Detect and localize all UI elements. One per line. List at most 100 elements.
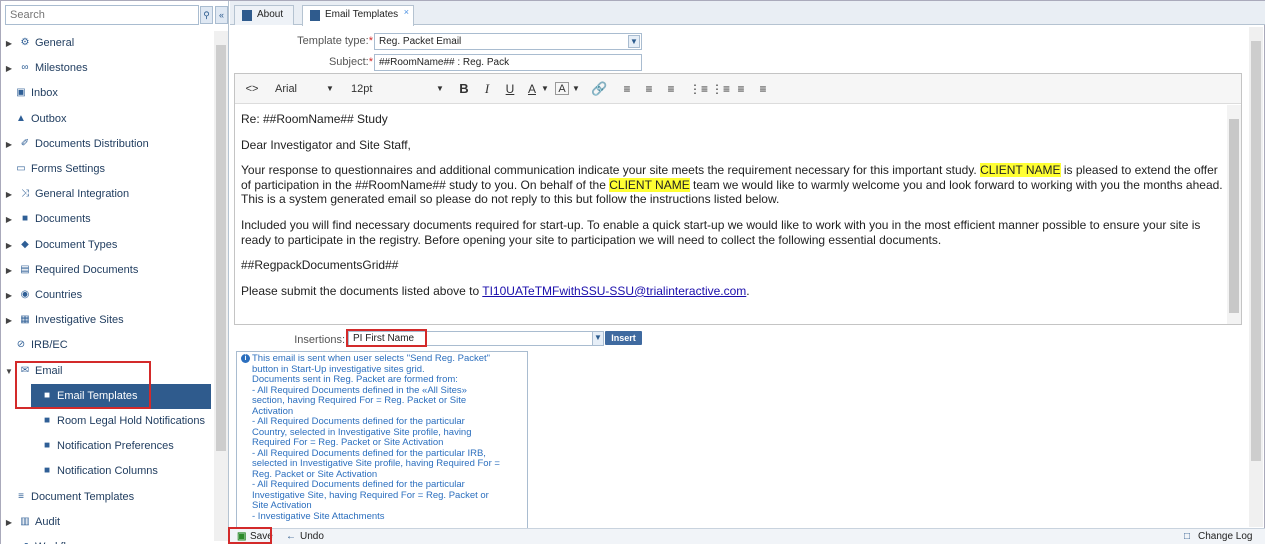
inbox-icon: ▣	[16, 87, 26, 99]
annotation-box-email-templates	[15, 361, 151, 409]
document-icon: ■	[43, 465, 51, 477]
sidebar-item-document-types[interactable]: ▶ ◆ Document Types	[1, 233, 213, 258]
sidebar-item-forms-settings[interactable]: ▭ Forms Settings	[1, 157, 213, 182]
outdent-icon[interactable]: ≡	[733, 80, 749, 98]
rich-text-editor: <> Arial ▼ 12pt ▼ B I U A ▼ A ▼ 🔗 ≡ ≡ ≡ …	[234, 73, 1242, 325]
shuffle-icon: ⤨	[21, 188, 29, 200]
sidebar-item-inbox[interactable]: ▣ Inbox	[1, 81, 213, 106]
sidebar-item-documents[interactable]: ▶ ■ Documents	[1, 207, 213, 232]
chevron-down-icon[interactable]: ▼	[325, 80, 335, 98]
sidebar-item-documents-distribution[interactable]: ▶ ✐ Documents Distribution	[1, 132, 213, 157]
chevron-right-icon[interactable]: ▶	[5, 56, 13, 81]
info-line: - Investigative Site Attachments	[252, 510, 385, 522]
align-center-icon[interactable]: ≡	[641, 80, 657, 98]
email-paragraph: Please submit the documents listed above…	[241, 283, 750, 298]
sidebar-item-audit[interactable]: ▶ ▥ Audit	[1, 510, 213, 535]
sidebar-item-outbox[interactable]: ▲ Outbox	[1, 107, 213, 132]
subject-label: Subject:*	[328, 56, 373, 68]
chevron-right-icon[interactable]: ▶	[5, 31, 13, 56]
sidebar-item-label: General	[35, 37, 75, 49]
sidebar-item-document-templates[interactable]: ≡ Document Templates	[1, 485, 213, 510]
sidebar-item-workflows[interactable]: ▶↗Workflows	[1, 535, 213, 544]
sidebar-item-countries[interactable]: ▶ ◉ Countries	[1, 283, 213, 308]
tab-label: About	[257, 9, 284, 20]
chevron-right-icon[interactable]: ▶	[5, 182, 13, 207]
chevron-right-icon[interactable]: ▶	[5, 510, 13, 535]
tag-icon: ◆	[21, 238, 29, 250]
email-paragraph: Dear Investigator and Site Staff,	[241, 137, 411, 152]
chevron-down-icon[interactable]: ▼	[540, 80, 550, 98]
bullet-list-icon[interactable]: ⋮≡	[689, 80, 708, 98]
required-document-icon: ▤	[20, 263, 30, 275]
sidebar-item-room-legal-hold-notifications[interactable]: ■ Room Legal Hold Notifications	[1, 409, 213, 434]
gears-icon: ⚙	[20, 37, 30, 48]
editor-scrollbar-thumb[interactable]	[1229, 119, 1239, 313]
info-icon: i	[241, 354, 250, 363]
sidebar-item-notification-preferences[interactable]: ■ Notification Preferences	[1, 434, 213, 459]
sidebar-item-general[interactable]: ▶ ⚙ General	[1, 31, 213, 56]
indent-icon[interactable]: ≡	[755, 80, 771, 98]
italic-button[interactable]: I	[480, 80, 494, 98]
sidebar-item-label: Notification Columns	[57, 465, 158, 478]
numbered-list-icon[interactable]: ⋮≡	[711, 80, 730, 98]
chevron-right-icon[interactable]: ▶	[5, 132, 13, 157]
change-log-icon: □	[1184, 531, 1191, 542]
sidebar-scrollbar-thumb[interactable]	[216, 45, 226, 451]
font-family-select[interactable]: Arial	[275, 80, 297, 98]
email-body[interactable]: Re: ##RoomName## Study Dear Investigator…	[241, 112, 1226, 322]
main-scrollbar[interactable]	[1249, 27, 1263, 527]
bold-button[interactable]: B	[457, 80, 471, 98]
document-icon	[242, 10, 252, 21]
search-input[interactable]	[5, 5, 199, 25]
background-color-button[interactable]: A	[555, 82, 569, 95]
chevron-down-icon[interactable]: ▼	[592, 331, 604, 346]
chevron-right-icon[interactable]: ▶	[5, 207, 13, 232]
chevron-right-icon[interactable]: ▶	[5, 258, 13, 283]
font-size-select[interactable]: 12pt	[351, 80, 377, 98]
source-code-button[interactable]: <>	[245, 80, 259, 98]
align-left-icon[interactable]: ≡	[619, 80, 635, 98]
tab-about[interactable]: About	[234, 5, 294, 25]
sidebar-item-required-documents[interactable]: ▶ ▤ Required Documents	[1, 258, 213, 283]
close-icon[interactable]: ×	[404, 3, 409, 21]
link-icon[interactable]: 🔗	[591, 80, 607, 98]
chevron-down-icon[interactable]: ▼	[571, 80, 581, 98]
template-type-select[interactable]: Reg. Packet Email	[374, 33, 642, 50]
audit-icon: ▥	[20, 515, 30, 527]
double-chevron-left-icon[interactable]: «	[215, 6, 228, 24]
main-scrollbar-thumb[interactable]	[1251, 41, 1261, 461]
undo-button[interactable]: Undo	[300, 529, 324, 544]
undo-icon: ←	[286, 531, 296, 542]
paperclip-icon: ✐	[20, 137, 30, 149]
chevron-down-icon[interactable]: ▼	[435, 80, 445, 98]
underline-button[interactable]: U	[503, 80, 517, 98]
sidebar-item-label: General Integration	[35, 188, 130, 201]
email-paragraph: Re: ##RoomName## Study	[241, 112, 388, 126]
font-color-button[interactable]: A	[525, 80, 539, 98]
sidebar-item-notification-columns[interactable]: ■ Notification Columns	[1, 459, 213, 484]
chevron-down-icon[interactable]: ▼	[628, 35, 640, 48]
search-icon[interactable]: ⚲	[200, 6, 213, 24]
sidebar-item-irb-ec[interactable]: ⊘ IRB/EC	[1, 333, 213, 358]
chevron-down-icon[interactable]: ▼	[5, 359, 13, 384]
tab-email-templates[interactable]: Email Templates ×	[302, 5, 414, 26]
email-link[interactable]: TI10UATeTMFwithSSU-SSU@trialinteractive.…	[482, 284, 746, 298]
irb-icon: ⊘	[16, 339, 26, 351]
chevron-right-icon[interactable]: ▶	[5, 535, 13, 544]
chevron-right-icon[interactable]: ▶	[5, 308, 13, 333]
sidebar-scrollbar[interactable]	[214, 31, 228, 541]
document-icon: ■	[21, 213, 29, 225]
info-panel: i This email is sent when user selects "S…	[236, 351, 528, 531]
editor-toolbar: <> Arial ▼ 12pt ▼ B I U A ▼ A ▼ 🔗 ≡ ≡ ≡ …	[235, 74, 1241, 104]
sidebar-item-label: Outbox	[31, 112, 67, 125]
align-right-icon[interactable]: ≡	[663, 80, 679, 98]
sidebar-item-milestones[interactable]: ▶ ∞ Milestones	[1, 56, 213, 81]
sidebar-item-general-integration[interactable]: ▶ ⤨ General Integration	[1, 182, 213, 207]
change-log-button[interactable]: Change Log	[1198, 529, 1253, 544]
insert-button[interactable]: Insert	[605, 331, 642, 345]
chevron-right-icon[interactable]: ▶	[5, 233, 13, 258]
editor-scrollbar[interactable]	[1227, 105, 1241, 324]
subject-input[interactable]: ##RoomName## : Reg. Pack	[374, 54, 642, 71]
sidebar-item-investigative-sites[interactable]: ▶ ▦ Investigative Sites	[1, 308, 213, 333]
chevron-right-icon[interactable]: ▶	[5, 283, 13, 308]
